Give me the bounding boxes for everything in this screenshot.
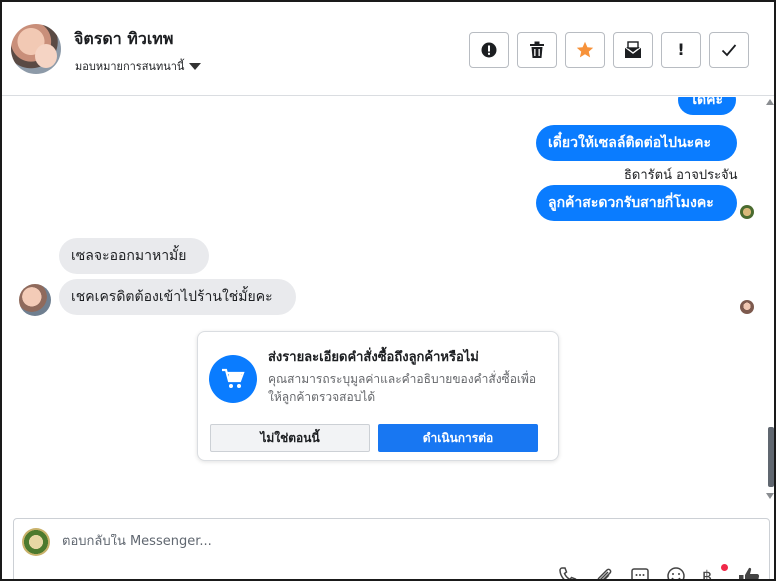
scroll-thumb[interactable] bbox=[768, 427, 774, 487]
thread-scrollbar[interactable] bbox=[765, 97, 774, 507]
order-details-prompt-card: ส่งรายละเอียดคำสั่งซื้อถึงลูกค้าหรือไม่ … bbox=[197, 331, 559, 461]
not-now-button[interactable]: ไม่ใช่ตอนนี้ bbox=[210, 424, 370, 452]
reply-input[interactable] bbox=[62, 534, 662, 549]
alert-circle-icon bbox=[481, 42, 497, 58]
spam-button[interactable]: ! bbox=[661, 32, 701, 68]
star-icon bbox=[576, 41, 594, 58]
reply-composer: ฿ bbox=[13, 518, 770, 581]
like-icon bbox=[739, 567, 760, 579]
message-in-1[interactable]: เซลจะออกมาหามั้ย bbox=[59, 238, 209, 274]
saved-replies-button[interactable] bbox=[630, 566, 652, 579]
phone-icon bbox=[559, 567, 577, 579]
mark-unread-icon bbox=[624, 41, 642, 58]
spam-icon: ! bbox=[677, 40, 685, 59]
like-button[interactable] bbox=[738, 566, 760, 579]
notification-dot bbox=[721, 564, 728, 571]
contact-message-avatar bbox=[19, 284, 51, 316]
mark-done-button[interactable] bbox=[709, 32, 749, 68]
scroll-up-icon[interactable] bbox=[766, 99, 774, 105]
message-out-3[interactable]: ลูกค้าสะดวกรับสายกี่โมงคะ bbox=[536, 185, 737, 221]
check-icon bbox=[721, 44, 737, 57]
message-thread[interactable]: ได้คะ เดี๋ยวให้เซลล์ติดต่อไปนะคะ ธิดารัต… bbox=[2, 97, 774, 515]
caret-down-icon bbox=[189, 62, 202, 70]
baht-icon: ฿ bbox=[702, 567, 713, 581]
contact-avatar[interactable] bbox=[11, 24, 61, 74]
message-out-2[interactable]: เดี๋ยวให้เซลล์ติดต่อไปนะคะ bbox=[536, 125, 737, 161]
star-button[interactable] bbox=[565, 32, 605, 68]
message-out-1[interactable]: ได้คะ bbox=[678, 97, 736, 115]
assign-conversation-dropdown[interactable]: มอบหมายการสนทนานี้ bbox=[75, 57, 202, 75]
phone-button[interactable] bbox=[558, 566, 580, 579]
attach-button[interactable] bbox=[594, 566, 616, 579]
delete-button[interactable] bbox=[517, 32, 557, 68]
saved-replies-icon bbox=[631, 568, 649, 579]
message-in-2[interactable]: เชคเครดิตต้องเข้าไปร้านใช่มั้ยคะ bbox=[59, 279, 296, 315]
order-card-description: คุณสามารถระบุมูลค่าและคำอธิบายของคำสั่งซ… bbox=[268, 372, 537, 404]
mark-unread-button[interactable] bbox=[613, 32, 653, 68]
continue-button[interactable]: ดำเนินการต่อ bbox=[378, 424, 538, 452]
emoji-button[interactable] bbox=[666, 566, 688, 579]
assign-label: มอบหมายการสนทนานี้ bbox=[75, 60, 185, 73]
composer-toolbar: ฿ bbox=[558, 564, 760, 581]
alert-button[interactable] bbox=[469, 32, 509, 68]
emoji-icon bbox=[667, 567, 685, 579]
scroll-down-icon[interactable] bbox=[766, 493, 774, 499]
cart-icon bbox=[222, 368, 245, 388]
messenger-inbox-window: จิตรดา ทิวเทพ มอบหมายการสนทนานี้ ! ได้คะ… bbox=[0, 0, 776, 581]
sender-name: ธิดารัตน์ อาจประจัน bbox=[624, 168, 738, 183]
trash-icon bbox=[530, 41, 544, 58]
attachment-icon bbox=[597, 568, 612, 579]
order-card-title: ส่งรายละเอียดคำสั่งซื้อถึงลูกค้าหรือไม่ bbox=[268, 350, 479, 365]
cart-icon-circle bbox=[209, 355, 257, 403]
conversation-actions: ! bbox=[469, 32, 749, 68]
contact-seen-avatar bbox=[740, 300, 754, 314]
contact-name[interactable]: จิตรดา ทิวเทพ bbox=[74, 27, 173, 52]
payment-button[interactable]: ฿ bbox=[702, 564, 728, 581]
conversation-header: จิตรดา ทิวเทพ มอบหมายการสนทนานี้ ! bbox=[2, 2, 774, 96]
page-avatar bbox=[22, 528, 50, 556]
seen-indicator-avatar bbox=[740, 205, 754, 219]
